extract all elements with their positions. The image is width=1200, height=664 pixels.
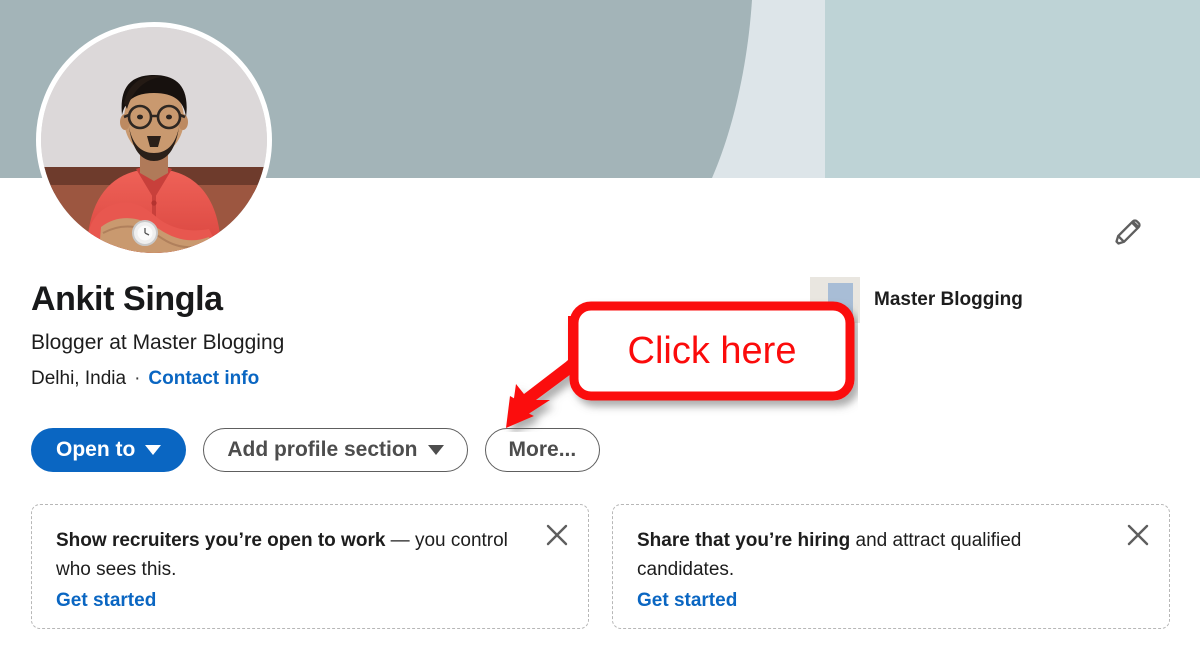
promo-card-hiring[interactable]: Share that you’re hiring and attract qua… xyxy=(612,504,1170,629)
add-profile-section-label: Add profile section xyxy=(227,438,418,461)
promo-card-text: Share that you’re hiring and attract qua… xyxy=(637,526,1145,584)
promo-card-open-to-work[interactable]: Show recruiters you’re open to work — yo… xyxy=(31,504,589,629)
page-title: Ankit Singla xyxy=(31,280,223,318)
company-name-label: Master Blogging xyxy=(874,289,1023,310)
current-company[interactable]: Master Blogging xyxy=(810,277,1023,323)
company-logo-shape xyxy=(828,283,853,323)
promo-cards-row: Show recruiters you’re open to work — yo… xyxy=(31,504,1170,629)
location-separator: · xyxy=(134,368,141,389)
callout-label: Click here xyxy=(627,329,797,372)
callout-artwork xyxy=(506,301,855,428)
profile-headline: Blogger at Master Blogging xyxy=(31,331,285,354)
identity-block: Ankit Singla Blogger at Master Blogging … xyxy=(31,278,284,392)
close-icon[interactable] xyxy=(1124,521,1152,549)
more-button[interactable]: More... xyxy=(484,428,601,472)
get-started-link[interactable]: Get started xyxy=(637,587,737,614)
open-to-label: Open to xyxy=(56,438,136,461)
open-to-button[interactable]: Open to xyxy=(31,428,187,472)
edit-profile-button[interactable] xyxy=(1108,212,1150,254)
add-profile-section-button[interactable]: Add profile section xyxy=(203,428,468,472)
promo-card-text: Show recruiters you’re open to work — yo… xyxy=(56,526,564,584)
close-icon[interactable] xyxy=(543,521,571,549)
promo-card-bold-text: Share that you’re hiring xyxy=(637,530,851,551)
contact-info-link[interactable]: Contact info xyxy=(148,366,259,392)
profile-location-row: Delhi, India · Contact info xyxy=(31,366,284,392)
pencil-icon xyxy=(1115,219,1141,245)
click-here-annotation: Click here xyxy=(488,296,858,432)
avatar-photo xyxy=(41,27,267,253)
chevron-down-icon xyxy=(427,445,444,455)
get-started-link[interactable]: Get started xyxy=(56,587,156,614)
profile-action-buttons: Open to Add profile section More... xyxy=(31,428,601,472)
company-logo-icon xyxy=(810,277,860,323)
chevron-down-icon xyxy=(145,445,162,455)
promo-card-bold-text: Show recruiters you’re open to work xyxy=(56,530,386,551)
profile-location: Delhi, India xyxy=(31,368,127,389)
more-label: More... xyxy=(508,438,577,461)
avatar[interactable] xyxy=(36,22,272,258)
